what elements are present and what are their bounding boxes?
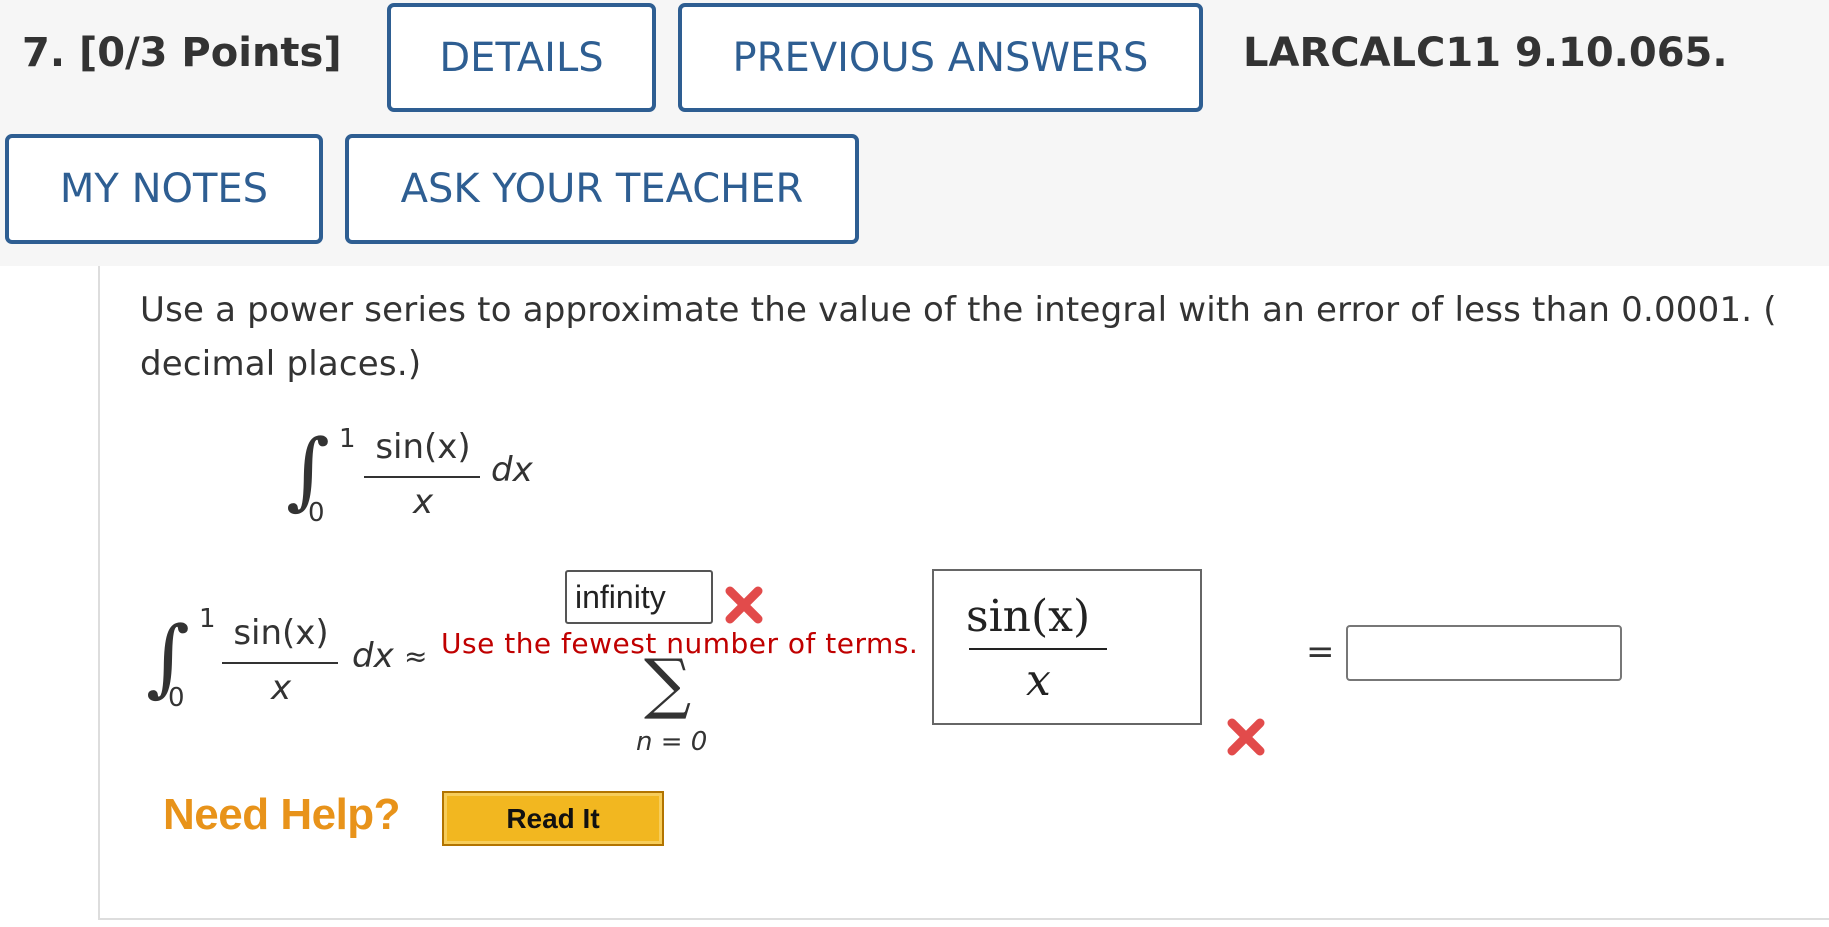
sum-upper-limit-input[interactable]: infinity xyxy=(565,570,713,624)
sigma-icon: ∑ xyxy=(644,645,692,722)
details-button[interactable]: DETAILS xyxy=(387,3,656,112)
integrand-denominator: x xyxy=(270,668,292,708)
fraction-bar xyxy=(222,662,338,664)
fraction-bar xyxy=(364,476,480,478)
integrand-numerator: sin(x) xyxy=(375,427,471,467)
answer-input[interactable] xyxy=(1346,625,1622,681)
question-prompt: Use a power series to approximate the va… xyxy=(140,283,1829,391)
prompt-line-1: Use a power series to approximate the va… xyxy=(140,290,1777,330)
series-term-input[interactable]: sin(x) x xyxy=(932,569,1202,725)
upper-limit: 1 xyxy=(339,424,356,454)
upper-limit: 1 xyxy=(199,604,216,634)
question-number-points: 7. [0/3 Points] xyxy=(22,30,342,76)
x-mark-icon xyxy=(724,585,764,629)
question-header: 7. [0/3 Points] DETAILS PREVIOUS ANSWERS… xyxy=(0,0,1829,266)
term-numerator: sin(x) xyxy=(966,591,1091,642)
differential: dx xyxy=(491,450,533,490)
need-help-label: Need Help? xyxy=(163,790,401,839)
differential: dx xyxy=(352,636,394,676)
my-notes-button[interactable]: MY NOTES xyxy=(5,134,323,244)
integrand-numerator: sin(x) xyxy=(233,613,329,653)
lower-limit: 0 xyxy=(168,683,185,713)
ask-your-teacher-button[interactable]: ASK YOUR TEACHER xyxy=(345,134,859,244)
fraction-bar xyxy=(969,648,1107,650)
previous-answers-button[interactable]: PREVIOUS ANSWERS xyxy=(678,3,1203,112)
approx-symbol: ≈ xyxy=(404,640,428,673)
equals-sign: = xyxy=(1306,632,1335,672)
question-code: LARCALC11 9.10.065. xyxy=(1243,30,1728,76)
lower-limit: 0 xyxy=(308,498,325,528)
x-mark-icon xyxy=(1226,717,1266,761)
term-denominator: x xyxy=(1026,655,1051,706)
prompt-line-2: decimal places.) xyxy=(140,344,422,384)
read-it-button[interactable]: Read It xyxy=(442,791,664,846)
integrand-denominator: x xyxy=(412,482,434,522)
sum-lower-limit: n = 0 xyxy=(636,727,708,757)
